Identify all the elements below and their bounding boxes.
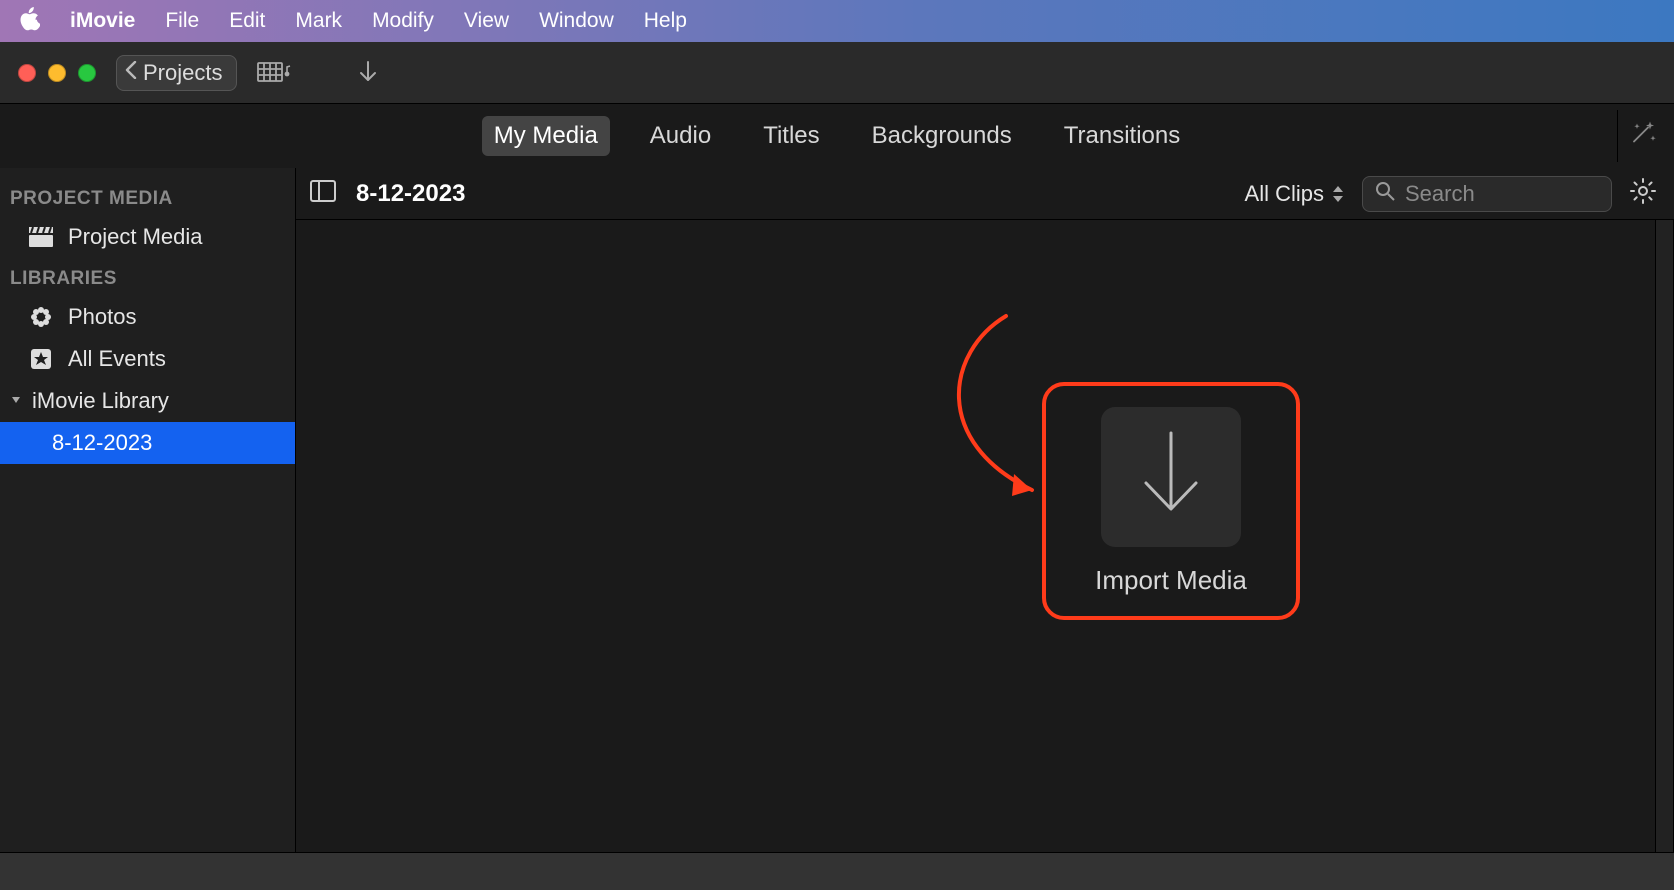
tab-my-media[interactable]: My Media (482, 116, 610, 156)
import-media-button[interactable]: Import Media (1042, 382, 1300, 620)
toggle-sidebar-button[interactable] (310, 180, 338, 208)
media-library-button[interactable] (257, 61, 291, 85)
filter-label: All Clips (1245, 181, 1324, 207)
tab-audio[interactable]: Audio (638, 116, 723, 156)
media-browser: Import Media (296, 220, 1674, 852)
menubar-window[interactable]: Window (539, 9, 614, 33)
import-media-label: Import Media (1095, 565, 1247, 596)
vertical-scrollbar[interactable] (1655, 220, 1673, 852)
browser-title: 8-12-2023 (356, 180, 465, 208)
sidebar-item-label: 8-12-2023 (52, 430, 152, 456)
search-field[interactable] (1362, 176, 1612, 212)
star-box-icon (28, 348, 54, 370)
window-titlebar: Projects (0, 42, 1674, 104)
sidebar-item-label: Photos (68, 304, 137, 330)
tab-transitions[interactable]: Transitions (1052, 116, 1192, 156)
browser-header: 8-12-2023 All Clips (296, 168, 1674, 220)
sidebar-item-event-selected[interactable]: 8-12-2023 (0, 422, 295, 464)
library-sidebar: PROJECT MEDIA Project Media LIBRARIES Ph… (0, 168, 296, 852)
disclosure-triangle-icon (10, 393, 24, 409)
clapperboard-icon (28, 227, 54, 247)
browser-tabs: My Media Audio Titles Backgrounds Transi… (0, 104, 1674, 168)
search-icon (1375, 181, 1395, 207)
chevron-left-icon (125, 61, 137, 85)
import-button[interactable] (351, 60, 385, 86)
back-to-projects-button[interactable]: Projects (116, 55, 237, 91)
sidebar-section-libraries: LIBRARIES (0, 258, 295, 296)
apple-icon[interactable] (18, 7, 40, 36)
settings-gear-button[interactable] (1630, 178, 1660, 210)
tab-backgrounds[interactable]: Backgrounds (860, 116, 1024, 156)
sidebar-item-photos[interactable]: Photos (0, 296, 295, 338)
sidebar-section-project-media: PROJECT MEDIA (0, 178, 295, 216)
import-media-tile (1101, 407, 1241, 547)
window-controls (18, 64, 96, 82)
search-input[interactable] (1405, 181, 1599, 207)
macos-menubar: iMovie File Edit Mark Modify View Window… (0, 0, 1674, 42)
menubar-modify[interactable]: Modify (372, 9, 434, 33)
up-down-chevron-icon (1332, 185, 1344, 203)
close-window-button[interactable] (18, 64, 36, 82)
menubar-mark[interactable]: Mark (295, 9, 342, 33)
sidebar-item-project-media[interactable]: Project Media (0, 216, 295, 258)
menubar-edit[interactable]: Edit (229, 9, 265, 33)
download-arrow-icon (1136, 429, 1206, 525)
sidebar-item-label: All Events (68, 346, 166, 372)
enhance-wand-button[interactable] (1628, 118, 1664, 155)
menubar-file[interactable]: File (165, 9, 199, 33)
main-area: PROJECT MEDIA Project Media LIBRARIES Ph… (0, 168, 1674, 852)
sidebar-item-label: iMovie Library (32, 388, 169, 414)
timeline-footer (0, 852, 1674, 890)
back-label: Projects (143, 60, 222, 86)
sidebar-item-imovie-library[interactable]: iMovie Library (0, 380, 295, 422)
clip-filter-popup[interactable]: All Clips (1245, 181, 1344, 207)
menubar-app-name[interactable]: iMovie (70, 9, 135, 33)
sidebar-item-all-events[interactable]: All Events (0, 338, 295, 380)
tab-titles[interactable]: Titles (751, 116, 831, 156)
content-column: 8-12-2023 All Clips (296, 168, 1674, 852)
photos-flower-icon (28, 306, 54, 328)
zoom-window-button[interactable] (78, 64, 96, 82)
sidebar-item-label: Project Media (68, 224, 203, 250)
menubar-help[interactable]: Help (644, 9, 687, 33)
minimize-window-button[interactable] (48, 64, 66, 82)
divider (1617, 110, 1618, 162)
menubar-view[interactable]: View (464, 9, 509, 33)
